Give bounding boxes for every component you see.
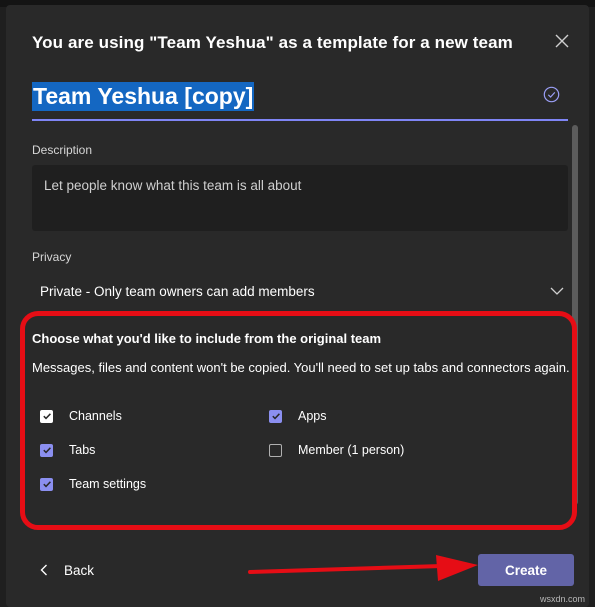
checkbox-unchecked-icon[interactable]: [269, 443, 282, 457]
check-circle-icon: [543, 86, 560, 103]
include-section-title: Choose what you'd like to include from t…: [32, 331, 382, 346]
team-name-input[interactable]: Team Yeshua [copy]: [32, 82, 255, 111]
option-label: Team settings: [69, 477, 147, 491]
option-label: Apps: [298, 409, 327, 423]
chevron-down-icon: [550, 287, 564, 295]
option-member[interactable]: Member (1 person): [269, 441, 404, 459]
option-apps[interactable]: Apps: [269, 407, 327, 425]
description-label: Description: [32, 143, 93, 157]
option-tabs[interactable]: Tabs: [40, 441, 95, 459]
checkbox-checked-icon[interactable]: [40, 409, 53, 423]
checkbox-checked-icon[interactable]: [40, 443, 53, 457]
watermark: wsxdn.com: [540, 594, 586, 604]
include-section-note: Messages, files and content won't be cop…: [32, 360, 570, 375]
option-label: Tabs: [69, 443, 96, 457]
close-icon[interactable]: [553, 32, 571, 50]
checkbox-checked-icon[interactable]: [269, 409, 282, 423]
privacy-label: Privacy: [32, 250, 72, 264]
dialog-title: You are using "Team Yeshua" as a templat…: [32, 33, 513, 52]
checkbox-checked-icon[interactable]: [40, 477, 53, 491]
option-label: Member (1 person): [298, 443, 405, 457]
annotation-arrow-icon: [248, 555, 478, 581]
option-channels[interactable]: Channels: [40, 407, 122, 425]
privacy-dropdown[interactable]: Private - Only team owners can add membe…: [32, 278, 568, 308]
description-placeholder: Let people know what this team is all ab…: [44, 178, 302, 193]
back-label: Back: [64, 562, 95, 578]
privacy-selected-value: Private - Only team owners can add membe…: [40, 284, 315, 299]
back-button[interactable]: Back: [40, 560, 94, 580]
option-label: Channels: [69, 409, 122, 423]
chevron-left-icon: [40, 564, 47, 576]
create-team-dialog: You are using "Team Yeshua" as a templat…: [6, 5, 589, 607]
create-button[interactable]: Create: [478, 554, 574, 586]
team-name-field[interactable]: Team Yeshua [copy]: [32, 78, 568, 121]
option-team-settings[interactable]: Team settings: [40, 475, 146, 493]
description-input[interactable]: Let people know what this team is all ab…: [32, 165, 568, 231]
